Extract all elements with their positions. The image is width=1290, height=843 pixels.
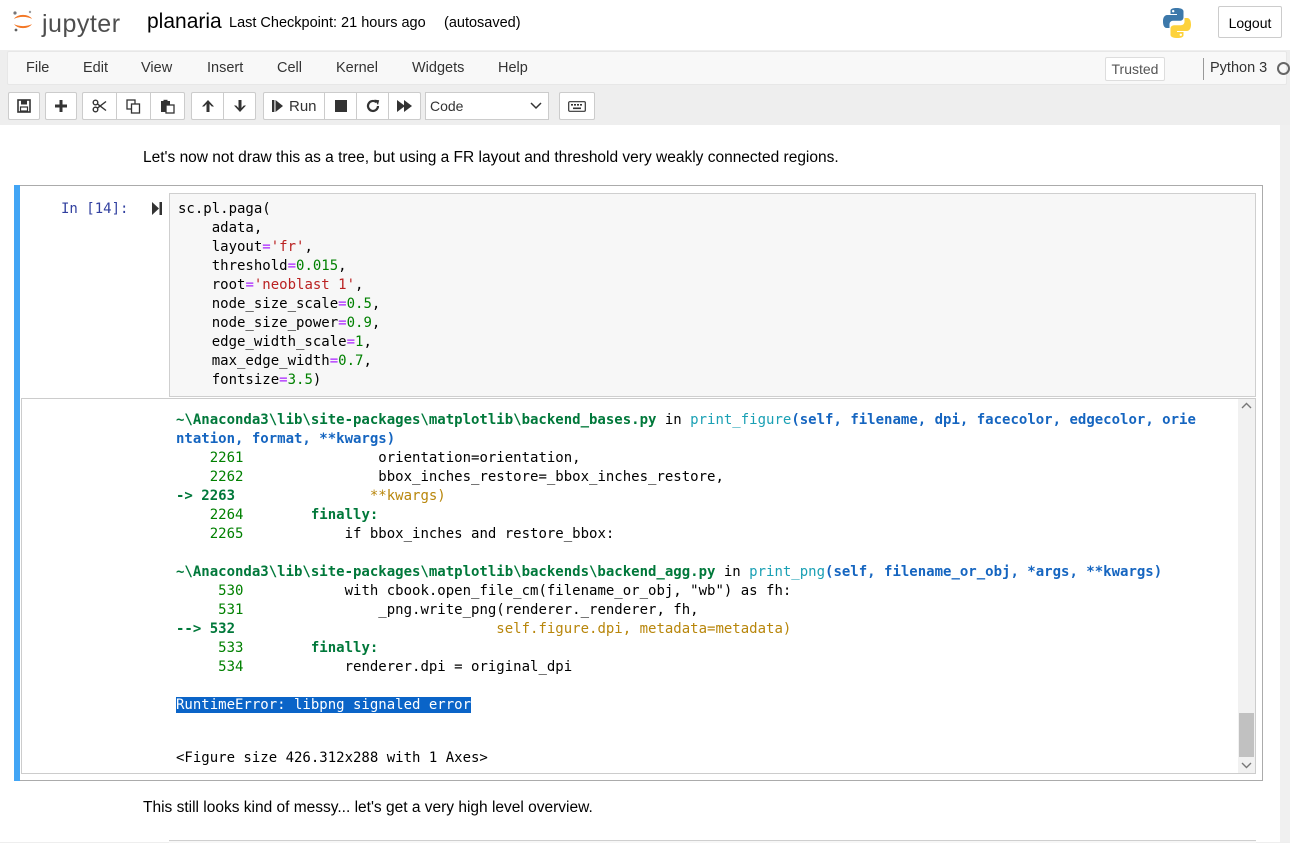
restart-button[interactable] bbox=[356, 92, 389, 120]
command-palette-button[interactable] bbox=[559, 92, 595, 120]
cut-icon bbox=[92, 99, 107, 113]
code-line: edge_width_scale=1, bbox=[178, 334, 372, 350]
traceback-line: 530 with cbook.open_file_cm(filename_or_… bbox=[176, 583, 792, 599]
menu-help[interactable]: Help bbox=[498, 60, 528, 76]
traceback-frame-header: ntation, format, **kwargs) bbox=[176, 431, 396, 447]
traceback-line: 2265 if bbox_inches and restore_bbox: bbox=[176, 526, 615, 542]
run-cell-icon[interactable] bbox=[151, 201, 163, 216]
code-line: layout='fr', bbox=[178, 239, 313, 255]
traceback-line: 533 finally: bbox=[176, 640, 379, 656]
save-button[interactable] bbox=[8, 92, 40, 120]
autosave-status: (autosaved) bbox=[444, 15, 521, 31]
selected-cell-indicator bbox=[14, 185, 20, 781]
markdown-cell-text: This still looks kind of messy... let's … bbox=[143, 799, 593, 816]
code-line: fontsize=3.5) bbox=[178, 372, 322, 388]
jupyter-logo[interactable]: jupyter bbox=[10, 6, 130, 42]
figure-repr: <Figure size 426.312x288 with 1 Axes> bbox=[176, 750, 488, 766]
code-line: threshold=0.015, bbox=[178, 258, 347, 274]
jupyter-logo-icon bbox=[13, 10, 32, 32]
kernel-idle-icon bbox=[1277, 62, 1290, 75]
move-up-button[interactable] bbox=[191, 92, 224, 120]
code-line: max_edge_width=0.7, bbox=[178, 353, 372, 369]
traceback-line: 531 _png.write_png(renderer._renderer, f… bbox=[176, 602, 699, 618]
traceback-frame-header: ~\Anaconda3\lib\site-packages\matplotlib… bbox=[176, 564, 1163, 580]
traceback-line: --> 532 self.figure.dpi, metadata=metada… bbox=[176, 621, 792, 637]
code-line: node_size_power=0.9, bbox=[178, 315, 381, 331]
scroll-up-icon[interactable] bbox=[1241, 402, 1252, 410]
kernel-name[interactable]: Python 3 bbox=[1210, 60, 1267, 76]
menu-insert[interactable]: Insert bbox=[207, 60, 243, 76]
save-icon bbox=[17, 99, 31, 113]
output-area[interactable]: ~\Anaconda3\lib\site-packages\matplotlib… bbox=[21, 398, 1256, 774]
insert-cell-button[interactable] bbox=[45, 92, 77, 120]
paste-button[interactable] bbox=[150, 92, 185, 120]
code-line: adata, bbox=[178, 220, 263, 236]
trusted-indicator[interactable]: Trusted bbox=[1105, 57, 1165, 81]
markdown-cell-text: Let's now not draw this as a tree, but u… bbox=[143, 149, 839, 166]
output-scrollbar[interactable] bbox=[1238, 399, 1255, 773]
stop-icon bbox=[334, 100, 347, 112]
toolbar: Run bbox=[0, 87, 1290, 125]
kernel-divider bbox=[1203, 58, 1204, 80]
header: jupyter planaria Last Checkpoint: 21 hou… bbox=[0, 0, 1290, 50]
restart-run-all-button[interactable] bbox=[388, 92, 421, 120]
interrupt-button[interactable] bbox=[324, 92, 357, 120]
copy-icon bbox=[126, 98, 141, 114]
run-icon bbox=[272, 100, 283, 112]
chevron-down-icon bbox=[530, 102, 542, 110]
menu-cell[interactable]: Cell bbox=[277, 60, 302, 76]
code-editor[interactable]: sc.pl.paga( adata, layout='fr', threshol… bbox=[169, 193, 1256, 397]
python-logo-icon bbox=[1163, 8, 1191, 38]
arrow-up-icon bbox=[201, 100, 214, 112]
jupyter-wordmark: jupyter bbox=[42, 10, 121, 38]
paste-icon bbox=[161, 99, 175, 114]
menu-view[interactable]: View bbox=[141, 60, 172, 76]
traceback-line: 534 renderer.dpi = original_dpi bbox=[176, 659, 573, 675]
move-down-button[interactable] bbox=[223, 92, 256, 120]
scroll-down-icon[interactable] bbox=[1241, 761, 1252, 769]
error-message[interactable]: RuntimeError: libpng signaled error bbox=[176, 697, 472, 713]
copy-button[interactable] bbox=[116, 92, 151, 120]
menu-edit[interactable]: Edit bbox=[83, 60, 108, 76]
traceback-line: -> 2263 **kwargs) bbox=[176, 488, 446, 504]
output-scrollbar-thumb[interactable] bbox=[1239, 713, 1254, 757]
menubar: File Edit View Insert Cell Kernel Widget… bbox=[7, 51, 1290, 85]
cell-type-select[interactable]: Code bbox=[425, 92, 549, 120]
arrow-down-icon bbox=[233, 100, 246, 112]
traceback-line: 2262 bbox_inches_restore=_bbox_inches_re… bbox=[176, 469, 724, 485]
fast-forward-icon bbox=[396, 100, 412, 112]
run-button[interactable]: Run bbox=[263, 92, 325, 120]
menu-widgets[interactable]: Widgets bbox=[412, 60, 464, 76]
traceback-frame-header: ~\Anaconda3\lib\site-packages\matplotlib… bbox=[176, 412, 1196, 428]
code-line: node_size_scale=0.5, bbox=[178, 296, 381, 312]
cell-type-value: Code bbox=[430, 98, 464, 114]
notebook-name[interactable]: planaria bbox=[147, 10, 222, 34]
keyboard-icon bbox=[568, 100, 586, 112]
code-line: root='neoblast 1', bbox=[178, 277, 364, 293]
input-prompt: In [14]: bbox=[61, 201, 129, 217]
menu-kernel[interactable]: Kernel bbox=[336, 60, 378, 76]
code-line: sc.pl.paga( bbox=[178, 201, 271, 217]
page-scrollbar[interactable] bbox=[1280, 125, 1290, 842]
cut-button[interactable] bbox=[82, 92, 117, 120]
restart-icon bbox=[366, 99, 379, 113]
traceback-line: 2261 orientation=orientation, bbox=[176, 450, 581, 466]
menu-file[interactable]: File bbox=[26, 60, 49, 76]
plus-icon bbox=[55, 100, 67, 112]
traceback-line: 2264 finally: bbox=[176, 507, 379, 523]
checkpoint-status: Last Checkpoint: 21 hours ago bbox=[229, 15, 426, 31]
logout-button[interactable]: Logout bbox=[1218, 6, 1282, 38]
run-label: Run bbox=[289, 97, 317, 115]
